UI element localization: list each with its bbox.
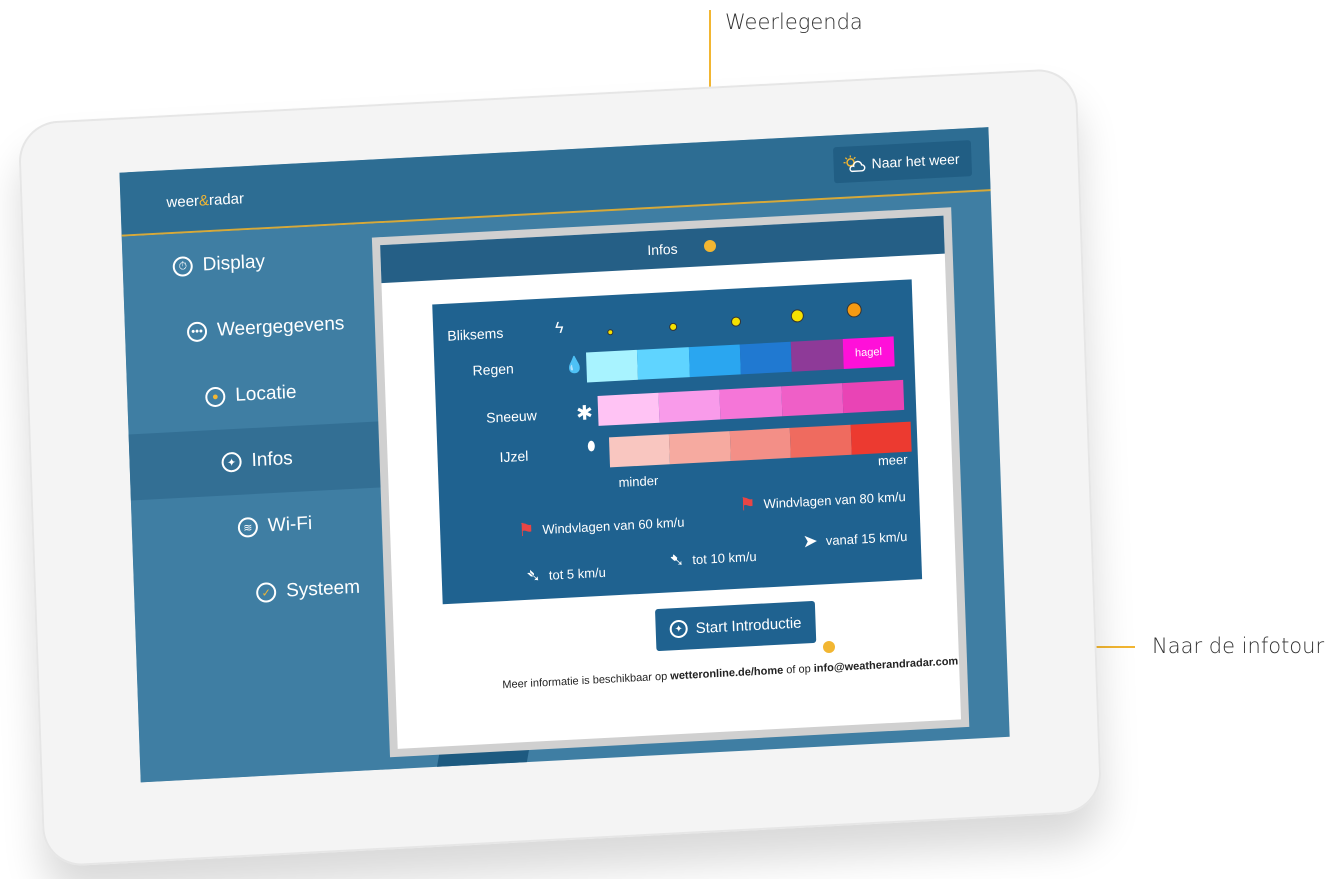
ice-swatch (729, 427, 792, 462)
wind-10-row: ➷ tot 10 km/u (669, 546, 757, 572)
legend-label-sneeuw: Sneeuw (485, 407, 538, 426)
lightbulb-icon: ✦ (221, 451, 242, 473)
raindrop-icon: 💧 (564, 356, 585, 375)
lightning-dot-4 (790, 309, 805, 323)
infos-header: Infos (380, 215, 945, 284)
check-icon: ✓ (255, 582, 277, 604)
callout-dot-right (823, 641, 835, 653)
lightning-dot-2 (669, 322, 678, 332)
sun-cloud-icon (843, 155, 866, 173)
sidebar-item-label: Weergegevens (216, 313, 345, 341)
gust-60-label: Windvlagen van 60 km/u (542, 514, 685, 537)
rain-swatch (688, 344, 741, 378)
callout-dot-top (704, 240, 716, 252)
screen: weer&radar Naar het weer ⏱ Display ••• W… (119, 127, 1010, 783)
wind-5-label: tot 5 km/u (548, 564, 607, 583)
sidebar-item-label: Systeem (285, 576, 361, 602)
ice-swatch (608, 434, 671, 468)
legend-minder: minder (618, 472, 659, 490)
rain-swatch (637, 347, 690, 380)
wind-10-label: tot 10 km/u (692, 548, 757, 568)
wetteronline-link[interactable]: wetteronline.de/home (670, 665, 783, 683)
callout-infotour: Naar de infotour (1152, 634, 1325, 658)
snow-strip (597, 379, 905, 426)
wind-gust-60-row: ⚑ Windvlagen van 60 km/u (518, 512, 685, 542)
wind-15-label: vanaf 15 km/u (825, 528, 908, 549)
sidebar: ⏱ Display ••• Weergegevens ● Locatie ✦ I… (121, 222, 488, 783)
snow-swatch (658, 389, 721, 423)
clock-icon: ⏱ (172, 255, 194, 278)
logo-text-weer: weer (166, 192, 200, 212)
ice-drop-icon: ⬮ (587, 438, 596, 454)
wind-15-row: ➤ vanaf 15 km/u (802, 526, 907, 552)
email-link[interactable]: info@weatherandradar.com (814, 655, 959, 675)
legend-label-ijzel: IJzel (499, 447, 529, 466)
rain-strip: hagel (586, 336, 895, 383)
location-icon: ● (204, 386, 226, 408)
wind-gust-80-row: ⚑ Windvlagen van 80 km/u (739, 486, 906, 516)
callout-weerlegenda: Weerlegenda (725, 10, 863, 34)
ice-swatch (850, 421, 912, 455)
rain-swatch: hagel (842, 336, 895, 370)
logo-text-radar: radar (208, 190, 245, 210)
sidebar-item-label: Wi-Fi (267, 513, 313, 537)
legend-meer: meer (877, 451, 908, 469)
wind-5-row: ➴ tot 5 km/u (525, 562, 606, 587)
rain-swatch (586, 349, 639, 383)
lightning-dot-1 (607, 329, 614, 336)
ice-strip (608, 421, 912, 468)
rain-swatch (739, 341, 793, 375)
legend-label-bliksems: Bliksems (447, 324, 504, 344)
snow-swatch (842, 379, 905, 414)
wind-arrow-half-icon: ➷ (668, 549, 685, 571)
lightning-dot-5 (846, 302, 862, 318)
sidebar-item-label: Locatie (234, 381, 297, 406)
logo-ampersand: & (198, 192, 210, 210)
dots-icon: ••• (186, 321, 208, 343)
footer-prefix: Meer informatie is beschikbaar op (502, 670, 671, 692)
start-introduction-button[interactable]: ✦ Start Introductie (655, 600, 817, 652)
snow-swatch (719, 386, 782, 420)
sidebar-item-label: Infos (251, 447, 294, 472)
content-inner: Infos Bliksems ϟ Regen 💧 Sneeuw ✱ IJzel … (380, 215, 962, 749)
app-logo: weer&radar (166, 190, 244, 211)
weather-button[interactable]: Naar het weer (833, 140, 973, 184)
snow-swatch (597, 392, 660, 426)
weather-button-label: Naar het weer (871, 150, 960, 172)
ice-swatch (789, 424, 852, 458)
wind-arrow-outline-icon: ➴ (525, 565, 542, 586)
windsock-icon: ⚑ (517, 519, 535, 541)
wifi-icon: ≋ (237, 516, 259, 538)
content-panel: Infos Bliksems ϟ Regen 💧 Sneeuw ✱ IJzel … (371, 207, 970, 758)
tablet-device: weer&radar Naar het weer ⏱ Display ••• W… (17, 67, 1103, 868)
wind-arrow-filled-icon: ➤ (802, 530, 819, 552)
legend-label-regen: Regen (472, 360, 515, 379)
footer-info: Meer informatie is beschikbaar op wetter… (495, 655, 965, 692)
snowflake-icon: ✱ (575, 402, 594, 426)
windsock-icon: ⚑ (739, 493, 756, 515)
lightning-icon: ϟ (554, 319, 564, 338)
weather-legend: Bliksems ϟ Regen 💧 Sneeuw ✱ IJzel ⬮ hage (432, 279, 923, 605)
lightning-dot-3 (730, 316, 742, 327)
rain-swatch (791, 339, 844, 372)
sidebar-item-label: Display (202, 251, 266, 276)
snow-swatch (780, 383, 844, 417)
footer-mid: of op (783, 662, 814, 677)
lightbulb-icon: ✦ (669, 619, 689, 639)
start-button-label: Start Introductie (695, 614, 802, 637)
ice-swatch (669, 431, 731, 465)
gust-80-label: Windvlagen van 80 km/u (763, 488, 906, 512)
